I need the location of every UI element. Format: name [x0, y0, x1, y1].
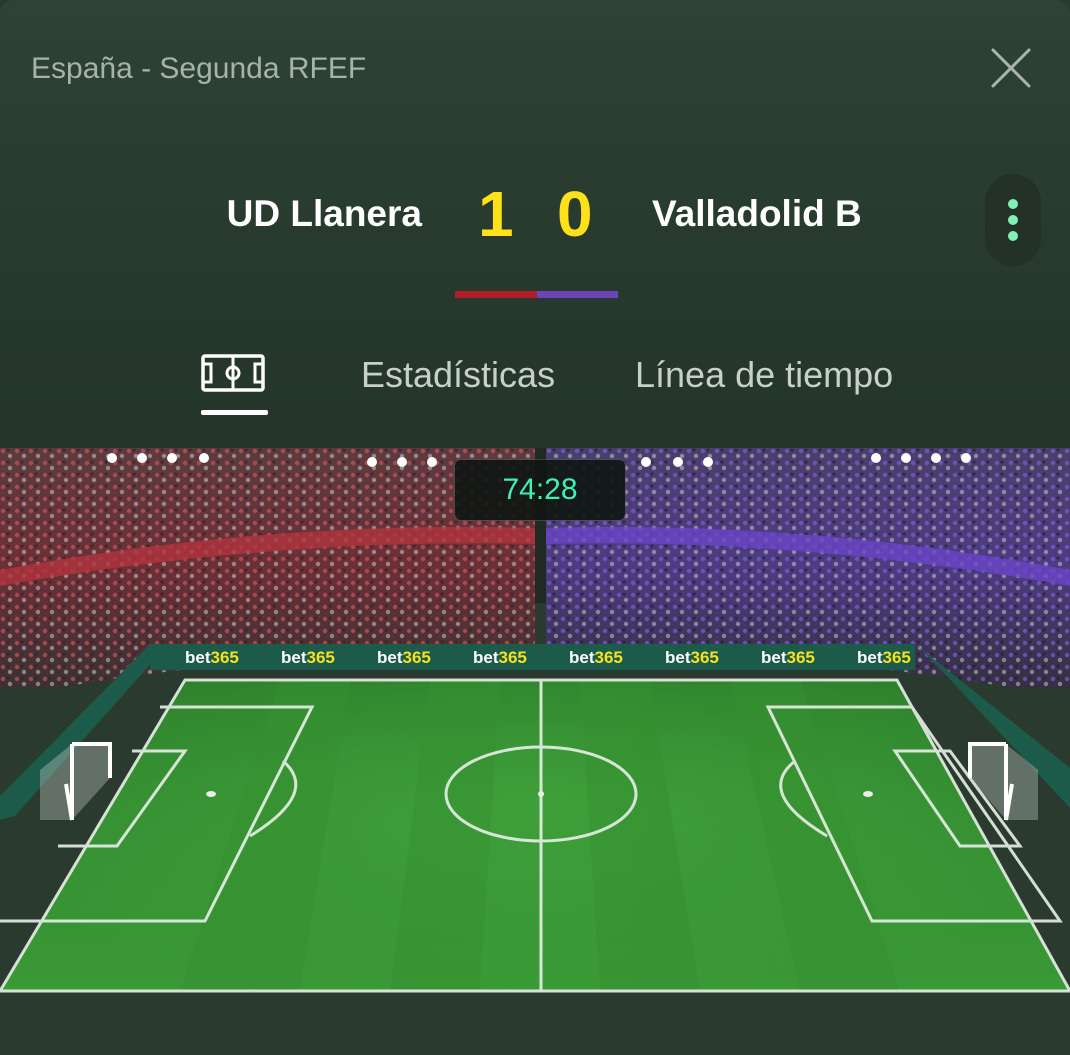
sponsor-logo: bet365 — [185, 648, 239, 667]
more-vertical-icon — [1008, 199, 1018, 209]
close-button[interactable] — [988, 45, 1034, 91]
sponsor-logo: bet365 — [473, 648, 527, 667]
match-clock: 74:28 — [455, 460, 625, 520]
home-team-name: UD Llanera — [226, 193, 422, 234]
match-header: España - Segunda RFEF UD Llanera 1 0 Val… — [0, 0, 1070, 448]
sponsor-logo: bet365 — [281, 648, 335, 667]
sponsor-logo: bet365 — [569, 648, 623, 667]
away-team-name: Valladolid B — [652, 193, 862, 234]
close-icon — [991, 48, 1031, 88]
sponsor-logo: bet365 — [665, 648, 719, 667]
active-tab-indicator — [201, 410, 268, 415]
sponsor-logo: bet365 — [761, 648, 815, 667]
home-team-color-bar — [455, 291, 537, 298]
home-score: 1 — [478, 178, 514, 250]
sponsor-logo: bet365 — [377, 648, 431, 667]
away-team-color-bar — [537, 291, 618, 298]
more-options-button[interactable] — [985, 174, 1041, 266]
more-vertical-icon-dot — [1008, 231, 1018, 241]
pitch-icon — [201, 354, 265, 392]
sponsor-logo: bet365 — [857, 648, 911, 667]
competition-title: España - Segunda RFEF — [31, 52, 367, 85]
match-detail-sheet: España - Segunda RFEF UD Llanera 1 0 Val… — [0, 0, 1070, 1055]
tab-timeline[interactable]: Línea de tiempo — [635, 354, 893, 396]
tab-bar: Estadísticas Línea de tiempo — [0, 340, 1070, 430]
match-visualisation: bet365 bet365 bet365 bet365 bet365 bet365 bet3… — [0, 448, 1070, 1055]
tab-statistics[interactable]: Estadísticas — [361, 354, 555, 396]
away-score: 0 — [557, 178, 593, 250]
more-vertical-icon-dot — [1008, 215, 1018, 225]
tab-pitch[interactable] — [198, 352, 270, 422]
